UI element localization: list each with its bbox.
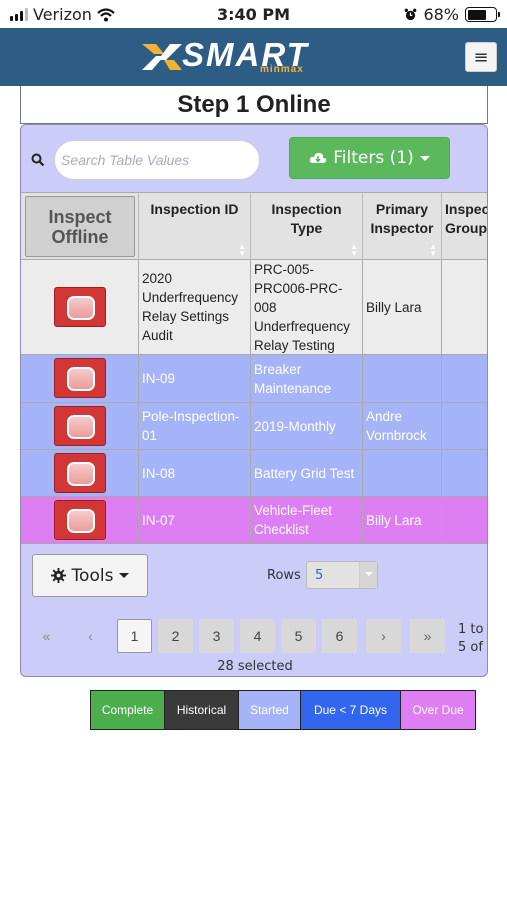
inspection-type-cell: Vehicle-Fleet Checklist	[251, 497, 363, 543]
first-page-button[interactable]: «	[29, 619, 64, 653]
chevron-down-icon	[119, 573, 130, 578]
prev-page-button[interactable]: ‹	[73, 619, 108, 653]
page-range: 1 to 5 of	[458, 621, 483, 657]
rows-value: 5	[315, 568, 324, 583]
primary-inspector-cell: Billy Lara	[363, 497, 442, 543]
table-row[interactable]: Pole-Inspection-01 2019-Monthly Andre Vo…	[21, 403, 487, 450]
table-row[interactable]: IN-07 Vehicle-Fleet Checklist Billy Lara	[21, 497, 487, 544]
rows-per-page-select[interactable]: 5	[306, 561, 378, 589]
inspection-type-cell: Breaker Maintenance	[251, 355, 363, 402]
column-inspection-id[interactable]: Inspection ID ▲ ▼	[139, 193, 251, 260]
inspect-offline-button[interactable]	[54, 358, 106, 398]
legend-historical: Historical	[165, 691, 239, 729]
column-inspection-type[interactable]: Inspection Type ▲ ▼	[251, 193, 363, 260]
column-inspect-offline: Inspect Offline	[21, 193, 139, 260]
inspection-id-cell[interactable]: IN-07	[139, 497, 251, 543]
page-button-2[interactable]: 2	[158, 619, 193, 653]
search-input[interactable]	[54, 140, 260, 180]
hamburger-icon[interactable]: ≡	[465, 42, 497, 72]
table-row[interactable]: IN-08 Battery Grid Test	[21, 450, 487, 497]
legend-due-soon: Due < 7 Days	[301, 691, 401, 729]
last-page-button[interactable]: »	[410, 619, 445, 653]
legend-complete: Complete	[91, 691, 165, 729]
pagination: « ‹ 1 2 3 4 5 6 › »	[21, 619, 487, 653]
sort-icon[interactable]: ▲ ▼	[238, 243, 246, 258]
chevron-down-icon	[419, 155, 430, 161]
gear-icon	[50, 568, 66, 583]
inspector-groups-cell	[442, 497, 487, 543]
offline-cell	[21, 355, 139, 402]
offline-cell	[21, 260, 139, 354]
table-row[interactable]: 2020 Underfrequency Relay Settings Audit…	[21, 260, 487, 355]
logo-x-icon	[142, 44, 182, 70]
inspector-groups-cell	[442, 260, 487, 354]
primary-inspector-cell: Andre Vornbrock	[363, 403, 442, 449]
status-bar: Verizon 3:40 PM 68%	[0, 0, 507, 28]
offline-cell	[21, 497, 139, 543]
column-primary-inspector[interactable]: Primary Inspector ▲ ▼	[363, 193, 442, 260]
table-header: Inspect Offline Inspection ID ▲ ▼ Inspect…	[21, 192, 488, 260]
primary-inspector-cell	[363, 355, 442, 402]
sort-icon[interactable]: ▲ ▼	[429, 243, 437, 258]
status-legend: Complete Historical Started Due < 7 Days…	[90, 690, 476, 730]
column-label: Primary Inspector	[370, 201, 434, 236]
inspection-id-cell[interactable]: Pole-Inspection-01	[139, 403, 251, 449]
page-button-3[interactable]: 3	[199, 619, 234, 653]
battery-percent: 68%	[423, 5, 459, 24]
inspect-offline-button[interactable]	[54, 406, 106, 446]
column-label: Inspection ID	[150, 201, 239, 217]
column-inspector-groups[interactable]: Inspector Groups	[442, 193, 488, 260]
inspection-panel: Filters (1) Inspect Offline Inspection I…	[20, 124, 488, 677]
next-page-button[interactable]: ›	[366, 619, 401, 653]
page-button-5[interactable]: 5	[281, 619, 316, 653]
inspection-type-cell: 2019-Monthly	[251, 403, 363, 449]
column-label: Inspection Type	[271, 201, 342, 236]
offline-cell	[21, 450, 139, 496]
status-right: 68%	[404, 5, 500, 24]
inspection-id-cell[interactable]: IN-08	[139, 450, 251, 496]
inspector-groups-cell	[442, 450, 487, 496]
range-line-2: 5 of	[458, 640, 483, 655]
sort-icon[interactable]: ▲ ▼	[350, 243, 358, 258]
inspector-groups-cell	[442, 403, 487, 449]
inspection-type-cell: Battery Grid Test	[251, 450, 363, 496]
inspect-offline-button[interactable]	[54, 453, 106, 493]
app-header: SMART minmax ≡	[0, 28, 507, 86]
page-button-4[interactable]: 4	[240, 619, 275, 653]
column-label: Inspector Groups	[445, 201, 488, 236]
inspect-offline-button[interactable]	[54, 500, 106, 540]
alarm-icon	[405, 8, 417, 21]
primary-inspector-cell	[363, 450, 442, 496]
inspection-id-cell[interactable]: IN-09	[139, 355, 251, 402]
selected-count: 28 selected	[217, 659, 293, 674]
page-title: Step 1 Online	[20, 86, 488, 124]
cloud-download-icon	[310, 152, 327, 163]
legend-started: Started	[239, 691, 301, 729]
smart-logo[interactable]: SMART minmax	[140, 36, 330, 78]
inspection-type-cell: PRC-005-PRC006-PRC-008 Underfrequency Re…	[251, 260, 363, 354]
table-row[interactable]: IN-09 Breaker Maintenance	[21, 355, 487, 403]
inspection-id-cell[interactable]: 2020 Underfrequency Relay Settings Audit	[139, 260, 251, 354]
tools-button[interactable]: Tools	[32, 554, 148, 597]
tools-label: Tools	[71, 565, 114, 586]
filters-label: Filters (1)	[333, 148, 414, 168]
range-line-1: 1 to	[458, 622, 484, 637]
page-button-6[interactable]: 6	[322, 619, 357, 653]
logo-subtext: minmax	[260, 64, 304, 75]
rows-label: Rows	[267, 568, 301, 583]
inspect-offline-header[interactable]: Inspect Offline	[25, 196, 135, 257]
primary-inspector-cell: Billy Lara	[363, 260, 442, 354]
page-button-1[interactable]: 1	[117, 619, 152, 653]
legend-overdue: Over Due	[401, 691, 475, 729]
inspect-offline-button[interactable]	[54, 287, 106, 327]
chevron-down-icon	[359, 562, 377, 588]
offline-cell	[21, 403, 139, 449]
search-icon	[31, 153, 45, 167]
battery-icon	[465, 7, 500, 22]
filters-button[interactable]: Filters (1)	[289, 137, 450, 179]
inspector-groups-cell	[442, 355, 487, 402]
